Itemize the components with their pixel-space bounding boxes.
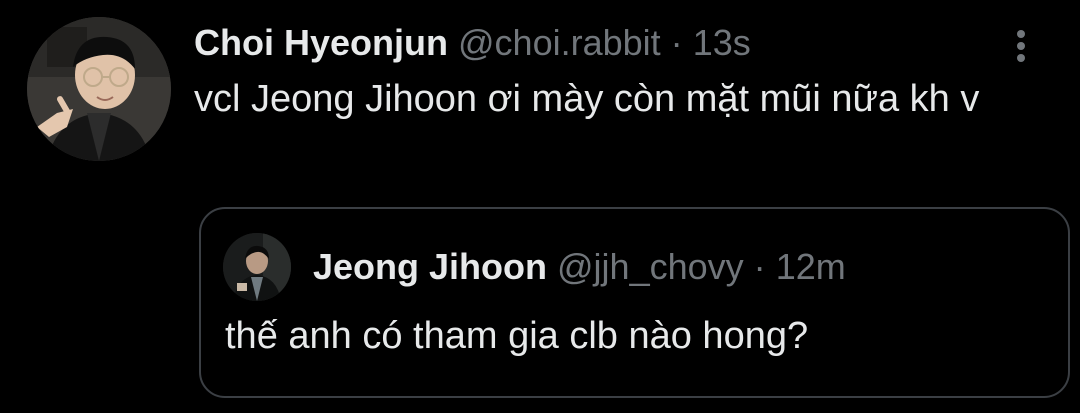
user-handle[interactable]: @choi.rabbit [458, 22, 661, 63]
avatar[interactable] [27, 17, 171, 161]
tweet[interactable]: Choi Hyeonjun @choi.rabbit · 13s vcl Jeo… [0, 0, 1080, 413]
display-name[interactable]: Choi Hyeonjun [194, 22, 448, 63]
user-avatar-icon [223, 233, 291, 301]
more-options-button[interactable] [1004, 26, 1040, 66]
quote-user-handle[interactable]: @jjh_chovy [557, 246, 744, 287]
timestamp[interactable]: 13s [693, 22, 751, 63]
quote-display-name[interactable]: Jeong Jihoon [313, 246, 547, 287]
quoted-tweet[interactable]: Jeong Jihoon @jjh_chovy · 12m thế anh có… [199, 207, 1070, 398]
quote-avatar[interactable] [223, 233, 291, 301]
more-vertical-icon [1017, 30, 1025, 38]
quote-text: thế anh có tham gia clb nào hong? [225, 315, 809, 357]
separator-dot: · [753, 246, 766, 287]
tweet-text: vcl Jeong Jihoon ơi mày còn mặt mũi nữa … [194, 78, 980, 120]
more-vertical-icon [1017, 42, 1025, 50]
more-vertical-icon [1017, 54, 1025, 62]
separator-dot: · [670, 22, 683, 63]
user-avatar-icon [27, 17, 171, 161]
quote-timestamp[interactable]: 12m [776, 246, 846, 287]
tweet-header: Choi Hyeonjun @choi.rabbit · 13s [194, 20, 751, 66]
quote-header: Jeong Jihoon @jjh_chovy · 12m [313, 244, 846, 290]
